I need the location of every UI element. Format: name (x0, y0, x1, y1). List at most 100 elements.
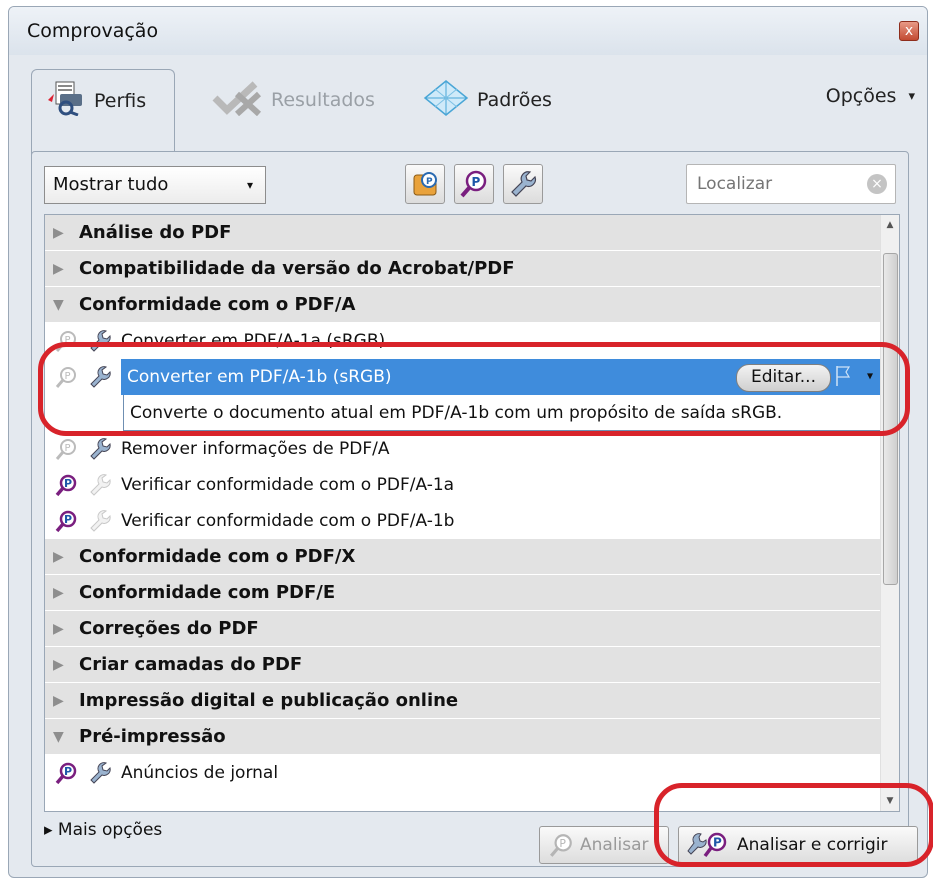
wrench-icon (83, 761, 117, 785)
analyze-icon: P (49, 473, 83, 497)
svg-text:P: P (65, 371, 71, 382)
wrench-faded-icon (83, 473, 117, 497)
tab-standards[interactable]: Padrões (423, 69, 552, 131)
analyze-icon: P (49, 509, 83, 533)
profile-rows: ▶ Análise do PDF ▶ Compatibilidade da ve… (45, 215, 883, 791)
tab-strip: Perfis Resultados Padrões Opções ▾ (21, 63, 915, 155)
analyze-faded-icon: P (49, 437, 83, 461)
wrench-icon (83, 437, 117, 461)
wrench-faded-icon (83, 509, 117, 533)
scroll-up-arrow-icon[interactable]: ▲ (881, 215, 899, 235)
category-label: Conformidade com o PDF/A (79, 294, 356, 315)
category-label: Conformidade com PDF/E (79, 582, 336, 603)
analyze-icon: P (460, 170, 487, 198)
flag-icon (836, 366, 851, 386)
show-fixups-filter-button[interactable]: P (405, 164, 445, 204)
profile-label: Converter em PDF/A-1b (sRGB) (127, 367, 392, 387)
category-row-prepress[interactable]: ▼ Pré-impressão (45, 719, 883, 755)
profiles-toolbar: Mostrar tudo ▾ P P Localizar × (44, 162, 896, 206)
category-row-pdf-layers[interactable]: ▶ Criar camadas do PDF (45, 647, 883, 683)
profile-row-verify-pdfa-1a[interactable]: P Verificar conformidade com o PDF/A-1a (45, 467, 883, 503)
show-analyze-filter-button[interactable]: P (454, 164, 494, 204)
svg-text:P: P (65, 335, 71, 346)
chevron-down-icon: ▾ (246, 178, 253, 192)
category-row-pdfx[interactable]: ▶ Conformidade com o PDF/X (45, 539, 883, 575)
wrench-icon (511, 171, 537, 197)
analyze-button-label: Analisar (580, 835, 649, 855)
filter-select-value: Mostrar tudo (53, 174, 169, 195)
tab-standards-label: Padrões (477, 89, 552, 111)
results-check-icon (211, 80, 263, 121)
profile-row-pdfa-1a[interactable]: P Converter em PDF/A-1a (sRGB) (45, 323, 883, 359)
svg-text:P: P (426, 177, 433, 187)
category-row-digital-printing[interactable]: ▶ Impressão digital e publicação online (45, 683, 883, 719)
scroll-thumb[interactable] (883, 253, 898, 585)
profiles-panel: Mostrar tudo ▾ P P Localizar × ▶ Análise… (31, 151, 918, 867)
show-fix-filter-button[interactable] (503, 164, 543, 204)
svg-text:P: P (64, 513, 72, 526)
search-input[interactable] (695, 173, 859, 195)
chevron-down-icon: ▾ (908, 88, 915, 104)
svg-text:P: P (559, 837, 566, 850)
edit-button[interactable]: Editar... (736, 364, 831, 392)
category-row-pdf-fixups[interactable]: ▶ Correções do PDF (45, 611, 883, 647)
category-row-pdf-analysis[interactable]: ▶ Análise do PDF (45, 215, 883, 251)
svg-text:P: P (64, 477, 72, 490)
profile-label: Converter em PDF/A-1a (sRGB) (121, 331, 386, 351)
panel-footer: ▸ Mais opções P Analisar P Analisar e co… (44, 820, 918, 864)
analyze-and-fix-button[interactable]: P Analisar e corrigir (678, 826, 918, 864)
analyze-icon: P (49, 761, 83, 785)
analyze-faded-icon: P (49, 329, 83, 353)
close-button[interactable]: x (899, 21, 919, 41)
category-label: Impressão digital e publicação online (79, 690, 459, 711)
category-label: Análise do PDF (79, 222, 232, 243)
profile-row-pdfa-1b-selected[interactable]: P Converter em PDF/A-1b (sRGB) Editar...… (45, 359, 883, 395)
expand-arrow-icon: ▶ (53, 584, 64, 601)
options-menu-label: Opções (825, 85, 897, 107)
category-row-acrobat-compat[interactable]: ▶ Compatibilidade da versão do Acrobat/P… (45, 251, 883, 287)
collapse-arrow-icon: ▼ (53, 728, 64, 745)
analyze-button[interactable]: P Analisar (539, 826, 669, 864)
expand-arrow-icon: ▶ (53, 656, 64, 673)
wrench-icon (83, 329, 117, 353)
collapse-arrow-icon: ▼ (53, 296, 64, 313)
profile-label: Anúncios de jornal (121, 763, 279, 783)
tab-results-label: Resultados (271, 89, 375, 111)
filter-select[interactable]: Mostrar tudo ▾ (44, 166, 266, 204)
wrench-icon (83, 365, 117, 389)
category-label: Criar camadas do PDF (79, 654, 303, 675)
profile-description: Converte o documento atual em PDF/A-1b c… (123, 395, 883, 431)
preflight-window: Comprovação x Perfis Resultados Padrões … (8, 6, 928, 878)
profile-row-verify-pdfa-1b[interactable]: P Verificar conformidade com o PDF/A-1b (45, 503, 883, 539)
profile-row-remove-pdfa[interactable]: P Remover informações de PDF/A (45, 431, 883, 467)
profile-label: Verificar conformidade com o PDF/A-1b (121, 511, 455, 531)
profile-row-newspaper-ads[interactable]: P Anúncios de jornal (45, 755, 883, 791)
profile-label: Remover informações de PDF/A (121, 439, 390, 459)
options-menu[interactable]: Opções ▾ (826, 85, 915, 107)
more-options-toggle[interactable]: ▸ Mais opções (44, 820, 162, 840)
expand-arrow-icon: ▶ (53, 224, 64, 241)
expand-arrow-icon: ▶ (53, 260, 64, 277)
window-title: Comprovação (27, 20, 159, 42)
clear-search-icon[interactable]: × (867, 174, 887, 194)
profile-label: Verificar conformidade com o PDF/A-1a (121, 475, 455, 495)
category-label: Conformidade com o PDF/X (79, 546, 356, 567)
scroll-down-arrow-icon[interactable]: ▼ (881, 791, 899, 811)
analyze-faded-icon: P (550, 834, 572, 857)
category-label: Pré-impressão (79, 726, 226, 747)
analyze-and-fix-button-label: Analisar e corrigir (737, 835, 888, 855)
analyze-faded-icon: P (49, 365, 83, 389)
tab-results[interactable]: Resultados (211, 69, 375, 131)
expand-arrow-icon: ▶ (53, 692, 64, 709)
category-label: Correções do PDF (79, 618, 259, 639)
title-bar: Comprovação x (9, 7, 927, 55)
tab-profiles[interactable]: Perfis (31, 69, 175, 155)
tab-profiles-label: Perfis (94, 89, 147, 112)
list-scrollbar[interactable]: ▲ ▼ (880, 215, 899, 811)
category-row-pdfe[interactable]: ▶ Conformidade com PDF/E (45, 575, 883, 611)
flag-menu-button[interactable]: ▾ (835, 365, 873, 387)
selected-profile-bar[interactable]: Converter em PDF/A-1b (sRGB) Editar... ▾ (121, 359, 883, 395)
expand-arrow-icon: ▶ (53, 548, 64, 565)
category-row-pdfa[interactable]: ▼ Conformidade com o PDF/A (45, 287, 883, 323)
search-box[interactable]: × (686, 164, 896, 204)
